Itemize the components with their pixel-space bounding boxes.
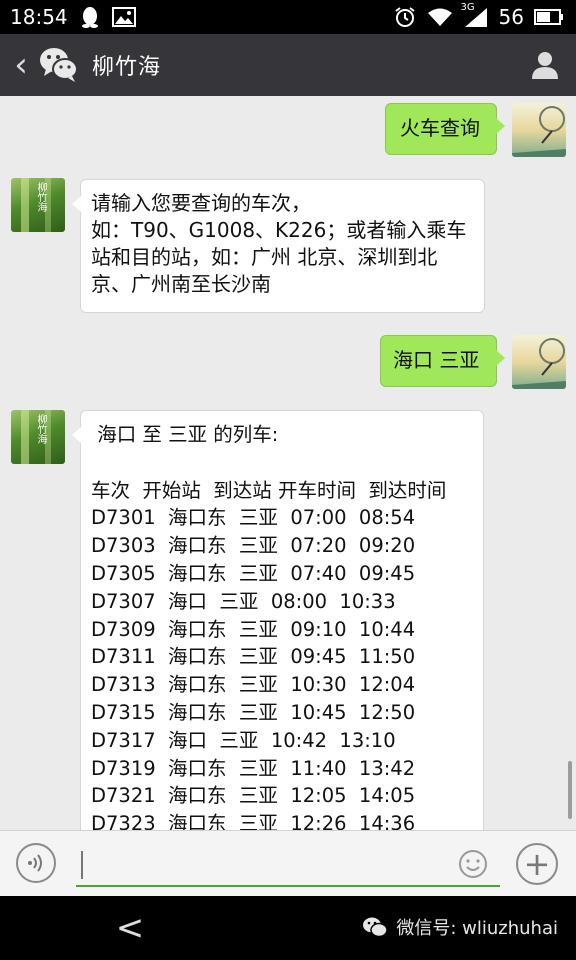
bubble-tail	[72, 196, 81, 212]
schedule-row: D7315 海口东 三亚 10:45 12:50	[91, 700, 416, 724]
text-caret	[81, 851, 83, 879]
message-bubble-outgoing[interactable]: 海口 三亚	[380, 335, 505, 387]
message-text: 火车查询	[400, 116, 480, 140]
wifi-icon	[427, 7, 453, 27]
schedule-row: D7317 海口 三亚 10:42 13:10	[91, 728, 396, 752]
status-bar: 18:54 3G 56	[0, 0, 576, 34]
chat-scrollbar[interactable]	[568, 761, 572, 819]
message-bubble-outgoing[interactable]: 火车查询	[385, 103, 505, 155]
schedule-row: D7303 海口东 三亚 07:20 09:20	[91, 534, 416, 558]
more-options-button[interactable]: +	[516, 843, 558, 885]
emoji-button[interactable]	[458, 849, 488, 879]
nav-back-icon: <	[115, 908, 145, 948]
emoji-icon	[459, 850, 487, 878]
title-bar: ‹ 柳竹海	[0, 34, 576, 96]
bubble-tail	[496, 350, 505, 366]
wechat-chat-screen: 18:54 3G 56 ‹ 柳竹海 火车查询 柳竹海 请输入您要查询的车次， 如…	[0, 0, 576, 960]
schedule-row: D7323 海口东 三亚 12:26 14:36	[91, 812, 416, 830]
bot-avatar[interactable]: 柳竹海	[11, 178, 65, 232]
schedule-row: D7307 海口 三亚 08:00 10:33	[91, 589, 396, 613]
input-bar: +	[0, 830, 576, 897]
schedule-row: D7301 海口东 三亚 07:00 08:54	[91, 506, 416, 530]
chat-info-button[interactable]	[514, 34, 576, 96]
status-left: 18:54	[0, 5, 136, 29]
schedule-header: 车次 开始站 到达站 开车时间 到达时间	[91, 478, 447, 502]
user-avatar[interactable]	[512, 103, 566, 157]
schedule-row: D7305 海口东 三亚 07:40 09:45	[91, 561, 416, 585]
plus-icon: +	[523, 845, 551, 883]
message-bubble-incoming[interactable]: 海口 至 三亚 的列车: 车次 开始站 到达站 开车时间 到达时间 D7301 …	[72, 410, 484, 830]
bot-avatar[interactable]: 柳竹海	[11, 410, 65, 464]
bubble-tail	[72, 427, 81, 443]
back-button[interactable]: ‹	[0, 34, 36, 96]
image-notification-icon	[111, 7, 136, 27]
bubble-tail	[496, 118, 505, 134]
message-text: 海口 三亚	[393, 348, 480, 372]
schedule-row: D7321 海口东 三亚 12:05 14:05	[91, 784, 416, 808]
back-arrow-icon: ‹	[14, 45, 28, 85]
wechat-logo-icon	[363, 917, 389, 938]
message-input[interactable]	[76, 843, 500, 887]
chat-title: 柳竹海	[92, 55, 162, 80]
status-time: 18:54	[10, 5, 68, 29]
bamboo-decoration	[21, 410, 29, 464]
schedule-row: D7309 海口东 三亚 09:10 10:44	[91, 617, 416, 641]
status-right: 3G 56	[393, 2, 576, 29]
wechat-id-watermark: 微信号: wliuzhuhai	[362, 914, 558, 940]
voice-icon	[28, 854, 42, 872]
train-schedule: 海口 至 三亚 的列车: 车次 开始站 到达站 开车时间 到达时间 D7301 …	[91, 421, 475, 830]
message-bubble-incoming[interactable]: 请输入您要查询的车次， 如：T90、G1008、K226；或者输入乘车 站和目的…	[72, 179, 485, 313]
voice-input-button[interactable]	[16, 843, 56, 883]
person-icon	[532, 52, 558, 79]
message-line: 如：T90、G1008、K226；或者输入乘车	[91, 218, 467, 242]
wechat-logo-icon	[38, 45, 80, 85]
alarm-icon	[393, 5, 417, 29]
avatar-text: 柳竹海	[35, 414, 46, 444]
qq-penguin-icon	[80, 6, 100, 28]
schedule-row: D7311 海口东 三亚 09:45 11:50	[91, 645, 416, 669]
schedule-title: 海口 至 三亚 的列车:	[91, 423, 279, 446]
avatar-text: 柳竹海	[35, 182, 46, 212]
bamboo-decoration	[21, 178, 29, 232]
battery-icon	[534, 9, 564, 25]
system-nav-bar: < 微信号: wliuzhuhai	[0, 896, 576, 960]
cell-signal-icon: 3G	[461, 2, 489, 28]
user-avatar[interactable]	[512, 335, 566, 389]
signal-label: 3G	[460, 2, 475, 13]
chat-messages[interactable]: 火车查询 柳竹海 请输入您要查询的车次， 如：T90、G1008、K226；或者…	[0, 96, 576, 830]
schedule-row: D7319 海口东 三亚 11:40 13:42	[91, 756, 416, 780]
watermark-text: 微信号: wliuzhuhai	[396, 918, 558, 939]
message-line: 请输入您要查询的车次，	[91, 191, 311, 215]
message-line: 站和目的站，如：广州 北京、深圳到北	[91, 245, 438, 269]
message-line: 京、广州南至长沙南	[91, 272, 271, 296]
schedule-row: D7313 海口东 三亚 10:30 12:04	[91, 673, 416, 697]
system-back-button[interactable]: <	[112, 908, 148, 948]
battery-level: 56	[498, 5, 524, 29]
